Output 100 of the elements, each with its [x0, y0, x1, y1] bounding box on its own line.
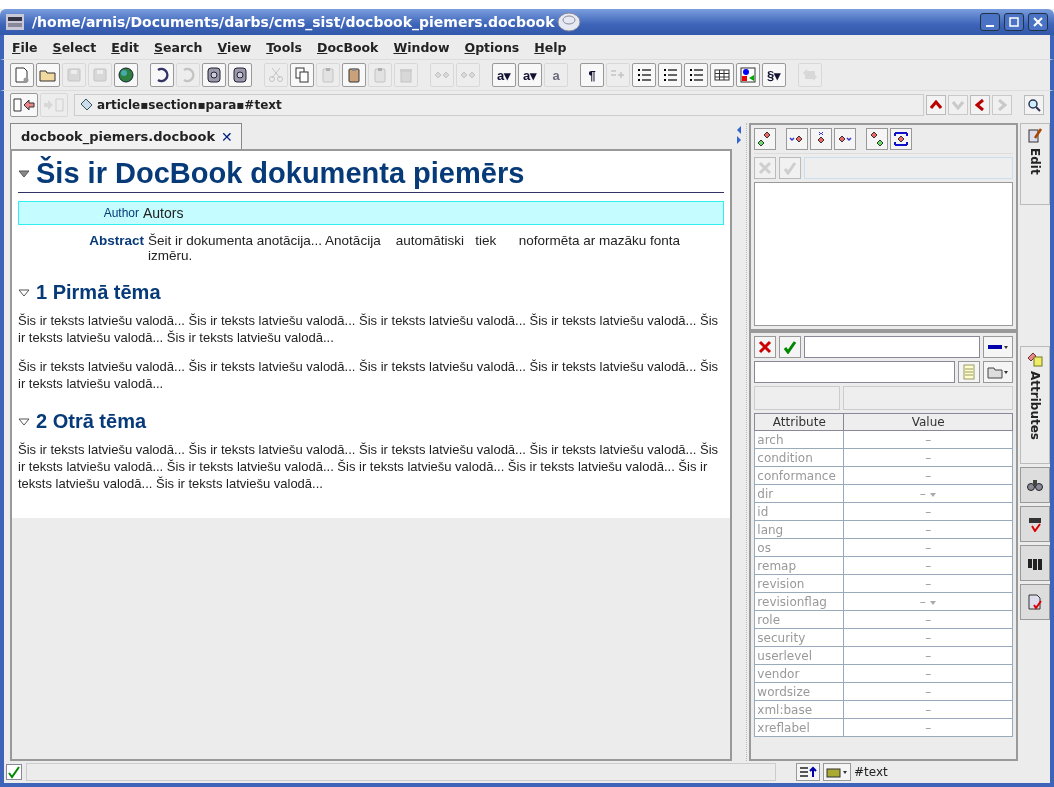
element-path: article▪section▪para▪#text — [97, 98, 282, 112]
element-list[interactable] — [754, 182, 1013, 326]
spell-check-icon — [1027, 516, 1043, 532]
insert-after-button[interactable] — [834, 128, 857, 150]
document-tab[interactable]: docbook_piemers.docbook ✕ — [10, 123, 242, 149]
accept-button[interactable] — [779, 336, 802, 358]
toolbar-button[interactable] — [632, 63, 656, 87]
minimize-icon — [986, 25, 994, 27]
search-icon — [1027, 98, 1041, 112]
table-icon — [713, 66, 731, 84]
menu-item[interactable]: Options — [464, 39, 520, 55]
menu-item[interactable]: Select — [52, 39, 97, 55]
menu-item[interactable]: Search — [154, 39, 203, 55]
tab-label[interactable]: Attributes — [1028, 371, 1042, 440]
characters-tab[interactable] — [1020, 545, 1050, 581]
pencil-page-icon — [1027, 128, 1043, 144]
cross-icon — [758, 340, 773, 354]
table-cell: lang — [754, 520, 844, 539]
list-button[interactable] — [958, 361, 980, 383]
cancel-button[interactable] — [754, 336, 777, 358]
diamonds-icon — [869, 131, 886, 147]
table-cell: wordsize — [754, 682, 844, 701]
paragraph: Šis ir teksts latviešu valodā... Šis ir teksts latviešu valodā... Šis ir teksts latviešu valodā... Šis ir teksts latviešu valodā... Šis ir teksts latviešu valodā... — [18, 358, 720, 392]
menu-item[interactable]: Tools — [266, 39, 302, 55]
toolbar-button[interactable] — [710, 63, 734, 87]
insert-before-button[interactable] — [786, 128, 809, 150]
toolbox-button[interactable] — [823, 763, 851, 781]
text-field[interactable] — [754, 361, 955, 383]
toolbar-button[interactable] — [114, 63, 138, 87]
section-heading: 1 Pirmā tēma — [36, 281, 161, 304]
search-button[interactable] — [1024, 95, 1044, 115]
toolbar-button[interactable] — [202, 63, 226, 87]
node-convert-button[interactable] — [754, 128, 777, 150]
element-name-field[interactable] — [804, 157, 1013, 179]
replace-button[interactable] — [866, 128, 889, 150]
down-chevron-icon — [952, 100, 964, 110]
table-cell: xml:base — [754, 700, 844, 719]
back-arrow-icon — [13, 98, 35, 112]
format-button[interactable]: §▾ — [762, 63, 786, 87]
column-header[interactable]: Value — [843, 413, 1013, 431]
section-heading: 2 Otrā tēma — [36, 410, 147, 433]
insert-into-button[interactable] — [810, 128, 833, 150]
column-header[interactable]: Attribute — [754, 413, 844, 431]
collapse-triangle-icon[interactable] — [18, 415, 30, 428]
close-button[interactable] — [1028, 13, 1048, 31]
back-button[interactable] — [10, 93, 38, 117]
clipboard-icon — [345, 66, 363, 84]
collapse-triangle-icon[interactable] — [18, 167, 30, 180]
toolbox-icon — [826, 766, 848, 778]
scissors-icon — [267, 66, 285, 84]
toolbar-button[interactable] — [658, 63, 682, 87]
clipboard-icon — [371, 66, 389, 84]
binoculars-icon — [1027, 477, 1043, 493]
format-button[interactable]: a▾ — [492, 63, 516, 87]
collapse-triangle-icon[interactable] — [18, 286, 30, 299]
toolbar-button[interactable] — [228, 63, 252, 87]
author-label: Author — [102, 206, 139, 220]
wrap-button[interactable] — [890, 128, 913, 150]
table-cell: revisionflag — [754, 592, 844, 611]
document-title: Šis ir DocBook dokumenta piemērs — [36, 157, 525, 190]
menu-item[interactable]: File — [12, 39, 38, 55]
format-button[interactable]: ¶ — [580, 63, 604, 87]
minimize-button[interactable] — [980, 13, 1000, 31]
up-button[interactable] — [926, 95, 946, 115]
validate-tab[interactable] — [1020, 584, 1050, 620]
forward-arrow-icon — [43, 98, 65, 112]
page-check-icon — [1027, 594, 1043, 610]
close-icon[interactable]: ✕ — [221, 128, 233, 145]
binoculars-tab[interactable] — [1020, 467, 1050, 503]
attributes-tab[interactable]: Attributes — [1020, 346, 1050, 464]
left-button[interactable] — [970, 95, 990, 115]
line-dropdown-icon — [987, 342, 1009, 352]
attribute-value-field[interactable] — [804, 336, 980, 358]
list-icon — [963, 364, 975, 380]
table-cell: security — [754, 628, 844, 647]
toolbar-button[interactable] — [684, 63, 708, 87]
menu-item[interactable]: Window — [393, 39, 450, 55]
abstract-label: Abstract — [88, 233, 144, 250]
menu-item[interactable]: Help — [534, 39, 567, 55]
edit-tab[interactable]: Edit — [1020, 123, 1050, 205]
paragraph: Šis ir teksts latviešu valodā... Šis ir teksts latviešu valodā... Šis ir teksts latviešu valodā... Šis ir teksts latviešu valodā... Šis ir teksts latviešu valodā... Šis ir teksts latviešu valodā... — [18, 312, 720, 346]
cross-icon — [758, 161, 773, 175]
format-button[interactable]: a▾ — [518, 63, 542, 87]
menu-item[interactable]: View — [217, 39, 252, 55]
spell-check-tab[interactable] — [1020, 506, 1050, 542]
table-cell: conformance — [754, 466, 844, 485]
tab-label[interactable]: Edit — [1028, 148, 1042, 175]
table-cell: os — [754, 538, 844, 557]
menu-item[interactable]: Edit — [111, 39, 140, 55]
tab-label[interactable]: docbook_piemers.docbook — [21, 129, 216, 144]
line-style-button[interactable] — [983, 336, 1013, 358]
toolbar-button[interactable] — [150, 63, 174, 87]
left-chevron-icon — [975, 99, 985, 111]
align-button[interactable] — [796, 763, 820, 781]
window-title: /home/arnis/Documents/darbs/cms_sist/docbook_piemers.docbook — [32, 14, 555, 30]
maximize-button[interactable] — [1004, 13, 1024, 31]
splitter-arrows-icon[interactable] — [736, 125, 743, 145]
toolbar-button[interactable] — [736, 63, 760, 87]
menu-item[interactable]: DocBook — [317, 39, 379, 55]
table-cell: id — [754, 502, 844, 521]
